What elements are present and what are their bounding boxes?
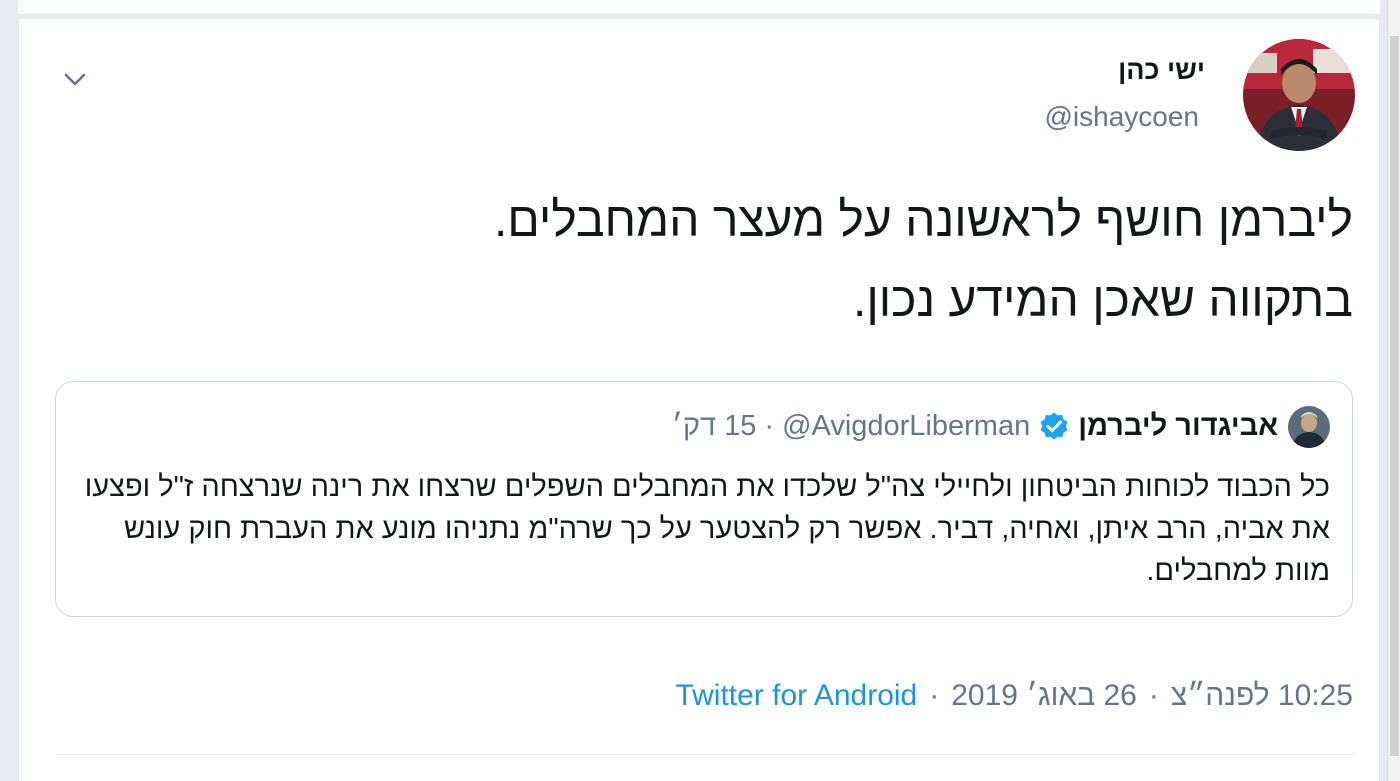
previous-tweet-edge (18, 0, 1380, 15)
quoted-separator: · (764, 410, 775, 442)
author-display-name[interactable]: ישי כהן (1118, 55, 1205, 86)
tweet-source-link[interactable]: Twitter for Android (675, 679, 917, 713)
quoted-time: 15 דק׳ (671, 410, 757, 442)
author-handle[interactable]: @ishaycoen (1044, 101, 1199, 133)
tweet-text: ליברמן חושף לראשונה על מעצר המחבלים. בתק… (53, 181, 1353, 341)
scrollbar[interactable] (1387, 0, 1400, 781)
quoted-handle: @AvigdorLiberman (782, 410, 1031, 442)
quoted-header: אביגדור ליברמן @AvigdorLiberman · 15 דק׳ (672, 410, 1278, 443)
tweet-card: ישי כהן @ishaycoen ליברמן חושף לראשונה ע… (18, 18, 1380, 781)
avatar[interactable] (1243, 39, 1355, 151)
verified-badge-icon (1038, 411, 1070, 443)
tweet-text-line: ליברמן חושף לראשונה על מעצר המחבלים. (493, 194, 1353, 247)
divider (55, 754, 1355, 755)
page: ישי כהן @ishaycoen ליברמן חושף לראשונה ע… (0, 0, 1400, 781)
quoted-avatar (1288, 406, 1330, 448)
quoted-display-name: אביגדור ליברמן (1078, 410, 1278, 442)
meta-separator: · (929, 679, 940, 712)
quoted-tweet[interactable]: אביגדור ליברמן @AvigdorLiberman · 15 דק׳… (55, 381, 1353, 617)
tweet-date[interactable]: 26 באוג׳ 2019 (951, 679, 1137, 713)
quoted-text: כל הכבוד לכוחות הביטחון ולחיילי צה"ל שלכ… (84, 471, 1330, 587)
tweet-time[interactable]: 10:25 לפנה״צ (1171, 679, 1353, 713)
scrollbar-thumb[interactable] (1390, 36, 1399, 756)
tweet-text-line: בתקווה שאכן המידע נכון. (853, 274, 1353, 327)
meta-separator: · (1148, 679, 1159, 712)
chevron-down-icon[interactable] (61, 65, 89, 93)
tweet-meta: 10:25 לפנה״צ · 26 באוג׳ 2019 · Twitter f… (675, 679, 1353, 713)
